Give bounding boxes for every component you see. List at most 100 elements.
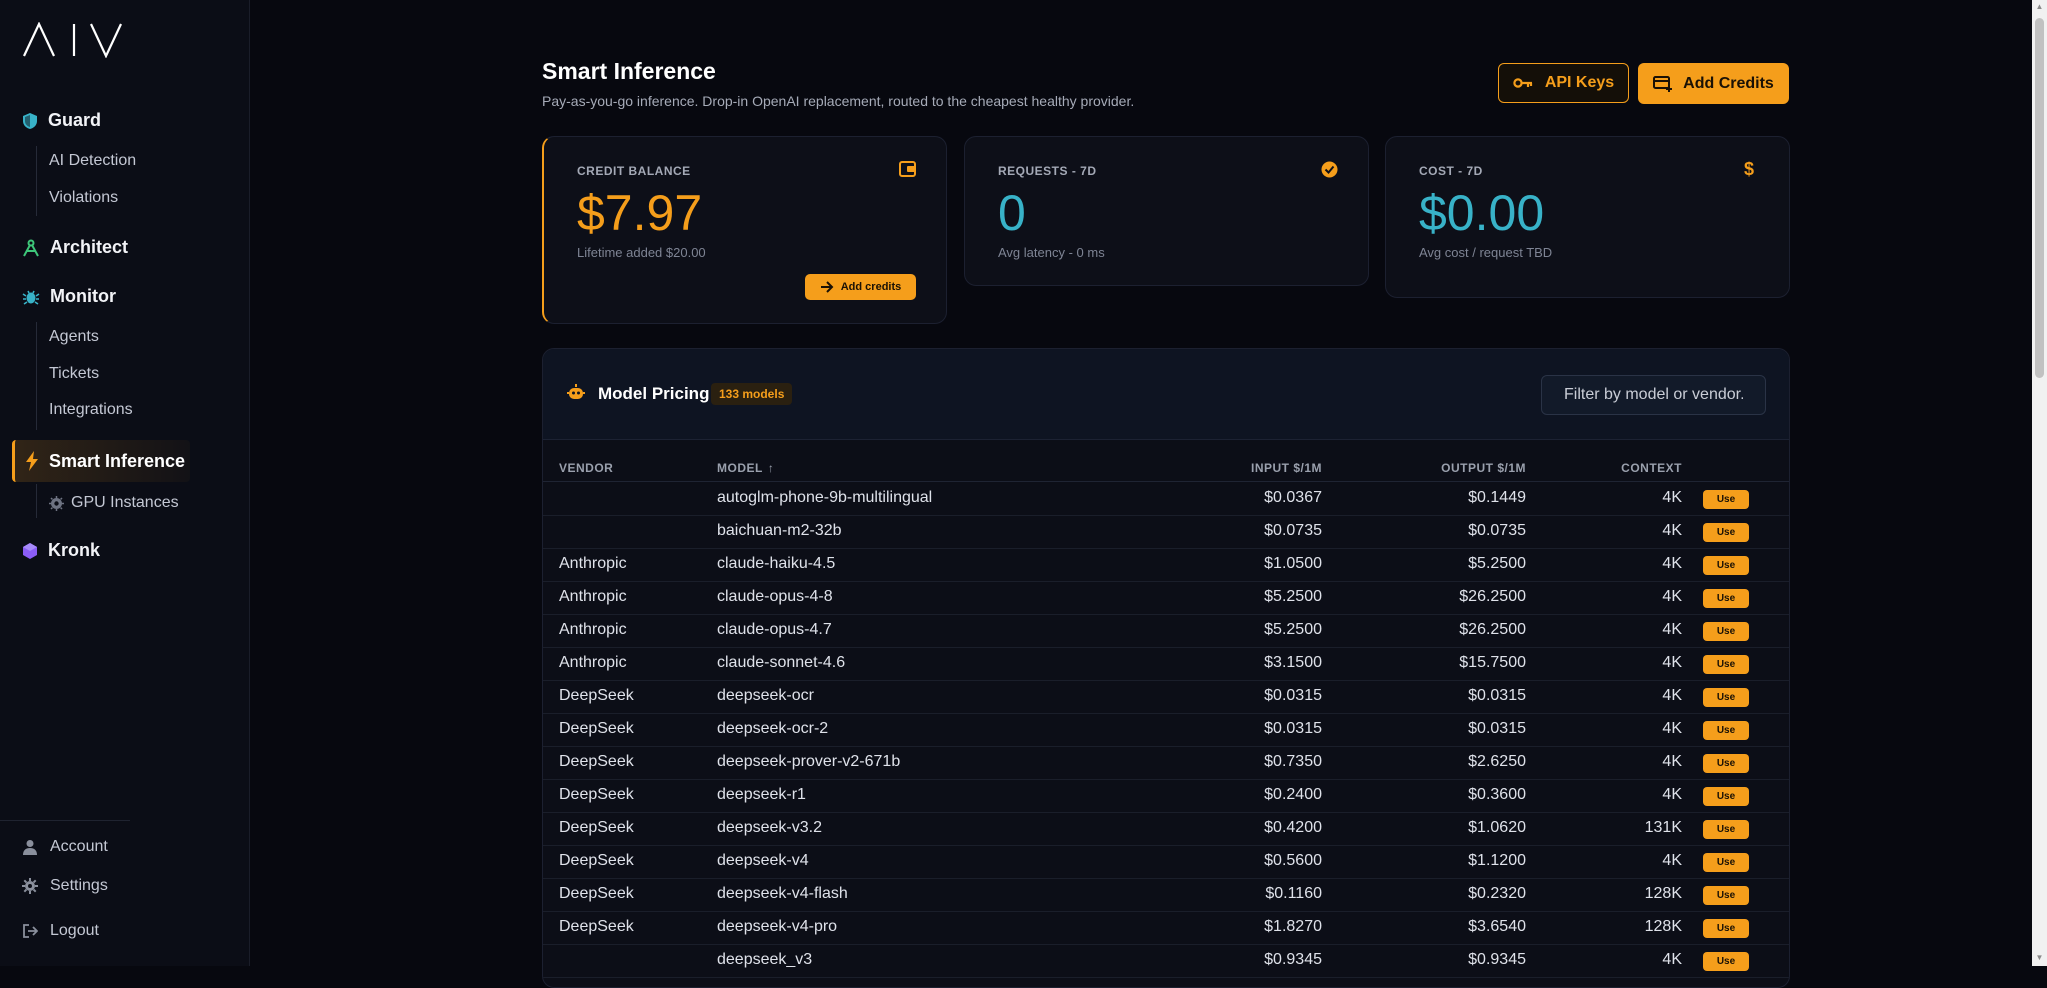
use-model-button[interactable]: Use bbox=[1703, 754, 1749, 773]
output-price-cell: $0.0315 bbox=[1468, 687, 1526, 704]
credit-balance-card: CREDIT BALANCE $7.97 Lifetime added $20.… bbox=[542, 136, 947, 324]
nav-kronk[interactable]: Kronk bbox=[22, 540, 100, 561]
nav-settings-label: Settings bbox=[50, 877, 108, 894]
card-add-credits-label: Add credits bbox=[840, 281, 902, 293]
output-price-cell: $0.2320 bbox=[1468, 885, 1526, 902]
api-keys-button[interactable]: API Keys bbox=[1498, 63, 1629, 103]
vendor-cell: DeepSeek bbox=[559, 852, 634, 869]
use-model-button[interactable]: Use bbox=[1703, 655, 1749, 674]
table-row[interactable]: DeepSeek deepseek-ocr $0.0315 $0.0315 4K Use bbox=[543, 680, 1789, 714]
add-credits-label: Add Credits bbox=[1683, 74, 1774, 92]
table-row[interactable]: Anthropic claude-opus-4.7 $5.2500 $26.2500 4… bbox=[543, 614, 1789, 648]
use-model-button[interactable]: Use bbox=[1703, 688, 1749, 707]
context-cell: 4K bbox=[1662, 720, 1682, 737]
nav-item-integrations[interactable]: Integrations bbox=[49, 401, 133, 419]
nav-architect[interactable]: Architect bbox=[22, 237, 128, 258]
use-model-button[interactable]: Use bbox=[1703, 622, 1749, 641]
use-model-button[interactable]: Use bbox=[1703, 589, 1749, 608]
input-price-cell: $0.0315 bbox=[1264, 720, 1322, 737]
output-price-cell: $26.2500 bbox=[1459, 621, 1526, 638]
output-price-cell: $1.0620 bbox=[1468, 819, 1526, 836]
model-cell: deepseek-ocr bbox=[717, 687, 814, 704]
use-model-button[interactable]: Use bbox=[1703, 853, 1749, 872]
input-price-cell: $0.9345 bbox=[1264, 951, 1322, 968]
card-add-credits-button[interactable]: Add credits bbox=[805, 274, 916, 300]
aiv-logo[interactable] bbox=[22, 21, 124, 63]
use-model-button[interactable]: Use bbox=[1703, 820, 1749, 839]
vendor-cell: DeepSeek bbox=[559, 720, 634, 737]
nav-logout[interactable]: Logout bbox=[22, 922, 99, 940]
model-filter-input[interactable] bbox=[1541, 375, 1766, 415]
output-price-cell: $0.0735 bbox=[1468, 522, 1526, 539]
check-circle-icon bbox=[1321, 161, 1338, 183]
model-cell: deepseek-r1 bbox=[717, 786, 806, 803]
scrollbar-thumb[interactable] bbox=[2035, 18, 2044, 378]
add-credits-button[interactable]: Add Credits bbox=[1638, 63, 1789, 104]
input-price-cell: $1.0500 bbox=[1264, 555, 1322, 572]
nav-item-agents[interactable]: Agents bbox=[49, 328, 99, 346]
vendor-cell: DeepSeek bbox=[559, 687, 634, 704]
table-row[interactable]: baichuan-m2-32b $0.0735 $0.0735 4K Use bbox=[543, 515, 1789, 549]
use-model-button[interactable]: Use bbox=[1703, 952, 1749, 971]
table-row[interactable]: DeepSeek deepseek-r1 $0.2400 $0.3600 4K Use bbox=[543, 779, 1789, 813]
cost-card: COST - 7D $ $0.00 Avg cost / request TBD bbox=[1385, 136, 1790, 298]
table-row[interactable]: DeepSeek deepseek-v4-pro $1.8270 $3.6540 128… bbox=[543, 911, 1789, 945]
vendor-cell: Anthropic bbox=[559, 588, 627, 605]
nav-account[interactable]: Account bbox=[22, 838, 108, 856]
input-price-cell: $0.0367 bbox=[1264, 489, 1322, 506]
credit-balance-value: $7.97 bbox=[577, 185, 703, 241]
model-cell: baichuan-m2-32b bbox=[717, 522, 842, 539]
model-cell: autoglm-phone-9b-multilingual bbox=[717, 489, 933, 506]
table-row[interactable]: Anthropic claude-haiku-4.5 $1.0500 $5.2500 4… bbox=[543, 548, 1789, 582]
use-model-button[interactable]: Use bbox=[1703, 556, 1749, 575]
output-price-cell: $0.0315 bbox=[1468, 720, 1526, 737]
column-header-output[interactable]: OUTPUT $/1M bbox=[1441, 461, 1526, 475]
table-row[interactable]: DeepSeek deepseek-ocr-2 $0.0315 $0.0315 4K Us… bbox=[543, 713, 1789, 747]
context-cell: 4K bbox=[1662, 786, 1682, 803]
nav-item-violations[interactable]: Violations bbox=[49, 189, 118, 207]
table-row[interactable]: autoglm-phone-9b-multilingual $0.0367 $0.1… bbox=[543, 482, 1789, 516]
context-cell: 4K bbox=[1662, 522, 1682, 539]
table-row[interactable]: DeepSeek deepseek-v4 $0.5600 $1.1200 4K Use bbox=[543, 845, 1789, 879]
column-header-context[interactable]: CONTEXT bbox=[1621, 461, 1682, 475]
table-row[interactable]: deepseek_v3 $0.9345 $0.9345 4K Use bbox=[543, 944, 1789, 978]
nav-item-tickets[interactable]: Tickets bbox=[49, 365, 99, 383]
nav-smart-inference-line bbox=[36, 484, 37, 518]
table-row[interactable]: DeepSeek deepseek-v4-flash $0.1160 $0.2320 1… bbox=[543, 878, 1789, 912]
chip-icon bbox=[49, 495, 64, 511]
column-header-model-label: MODEL bbox=[717, 461, 763, 475]
table-row[interactable]: DeepSeek deepseek-prover-v2-671b $0.7350 $2… bbox=[543, 746, 1789, 780]
use-model-button[interactable]: Use bbox=[1703, 523, 1749, 542]
column-header-vendor[interactable]: VENDOR bbox=[559, 461, 613, 475]
use-model-button[interactable]: Use bbox=[1703, 787, 1749, 806]
nav-monitor[interactable]: Monitor bbox=[22, 286, 116, 307]
context-cell: 128K bbox=[1644, 918, 1682, 935]
column-header-input[interactable]: INPUT $/1M bbox=[1251, 461, 1322, 475]
nav-guard[interactable]: Guard bbox=[22, 110, 101, 131]
table-row[interactable]: DeepSeek deepseek-v3.2 $0.4200 $1.0620 131K U… bbox=[543, 812, 1789, 846]
nav-smart-inference-label: Smart Inference bbox=[49, 450, 186, 471]
model-cell: claude-haiku-4.5 bbox=[717, 555, 836, 572]
cost-value: $0.00 bbox=[1419, 185, 1545, 241]
key-icon bbox=[1513, 78, 1532, 88]
use-model-button[interactable]: Use bbox=[1703, 721, 1749, 740]
nav-item-gpu-instances[interactable]: GPU Instances bbox=[49, 494, 179, 512]
model-cell: claude-sonnet-4.6 bbox=[717, 654, 846, 671]
nav-smart-inference[interactable]: Smart Inference bbox=[12, 440, 190, 482]
use-model-button[interactable]: Use bbox=[1703, 919, 1749, 938]
sidebar-divider bbox=[0, 820, 130, 821]
context-cell: 4K bbox=[1662, 852, 1682, 869]
robot-icon bbox=[567, 384, 585, 399]
scroll-up-icon[interactable]: ▲ bbox=[2035, 2, 2044, 12]
column-header-model[interactable]: MODEL ↑ bbox=[717, 461, 774, 475]
use-model-button[interactable]: Use bbox=[1703, 490, 1749, 509]
table-row[interactable]: Anthropic claude-sonnet-4.6 $3.1500 $15.750… bbox=[543, 647, 1789, 681]
credit-balance-label: CREDIT BALANCE bbox=[577, 164, 691, 178]
nav-item-ai-detection[interactable]: AI Detection bbox=[49, 152, 136, 170]
table-row[interactable]: Anthropic claude-opus-4-8 $5.2500 $26.2500 4… bbox=[543, 581, 1789, 615]
context-cell: 4K bbox=[1662, 588, 1682, 605]
scroll-down-icon[interactable]: ▼ bbox=[2035, 953, 2044, 963]
use-model-button[interactable]: Use bbox=[1703, 886, 1749, 905]
nav-settings[interactable]: Settings bbox=[22, 877, 108, 895]
input-price-cell: $1.8270 bbox=[1264, 918, 1322, 935]
